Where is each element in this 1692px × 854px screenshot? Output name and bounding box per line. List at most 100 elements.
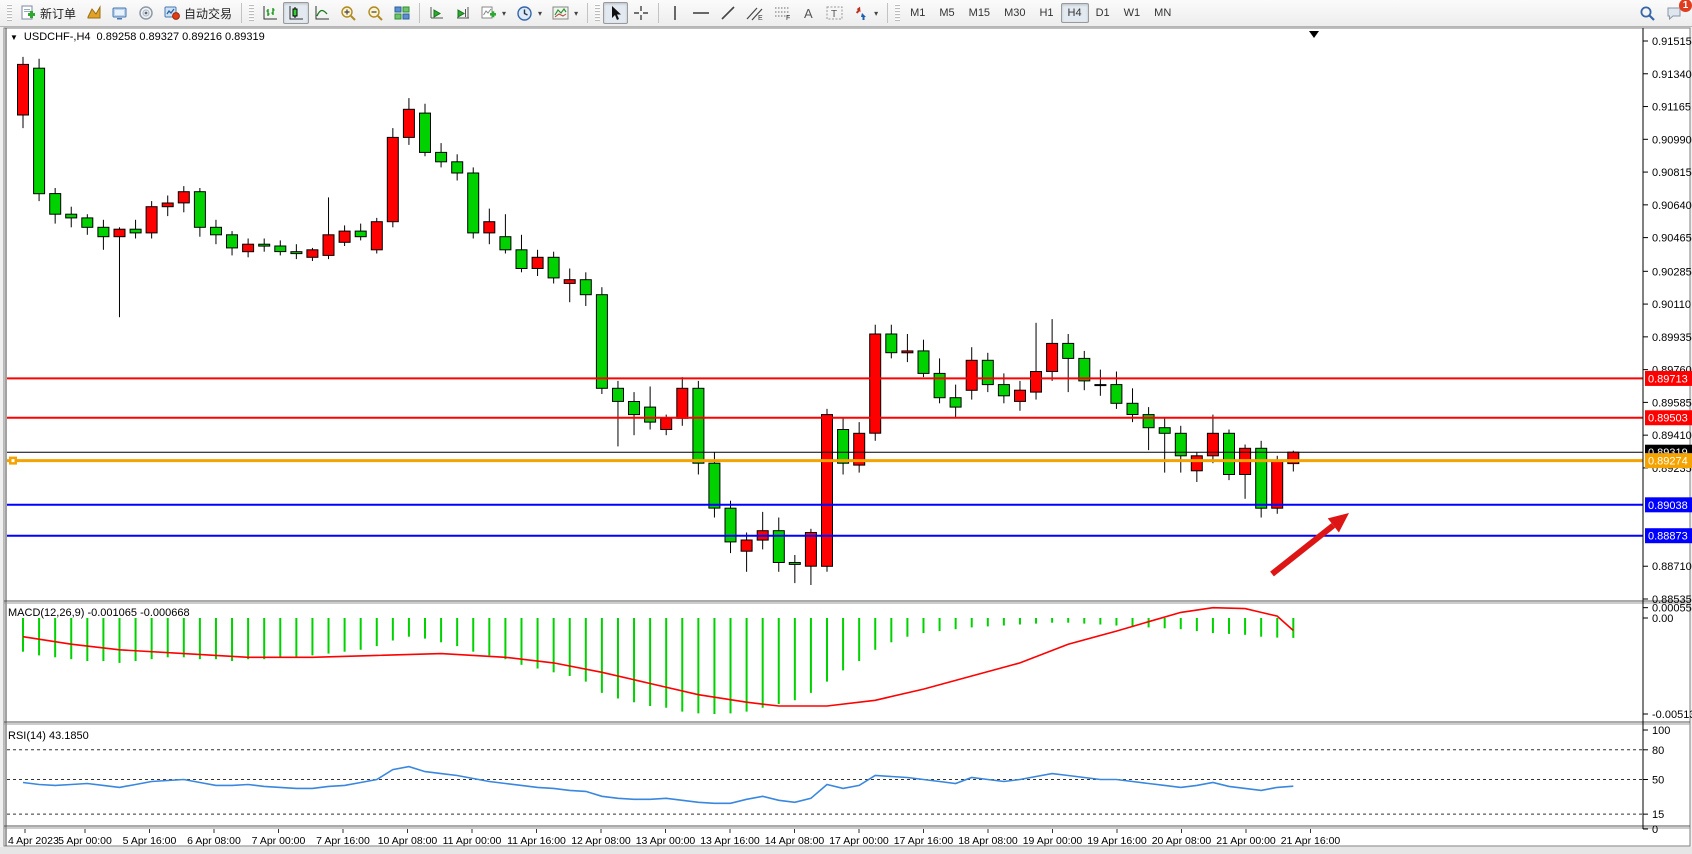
bull-candle: [146, 207, 157, 233]
zoom-in-button[interactable]: [335, 2, 362, 24]
zoom-out-button[interactable]: [362, 2, 389, 24]
new-order-button[interactable]: 新订单: [15, 2, 81, 24]
price-axis-label: 0.90465: [1652, 233, 1692, 245]
bear-candle: [613, 388, 624, 401]
bear-candle: [1063, 343, 1074, 358]
arrows-tool-button[interactable]: ▾: [848, 2, 883, 24]
cursor-icon: [608, 5, 623, 21]
bull-candle: [484, 222, 495, 233]
dropdown-caret: ▾: [874, 9, 878, 18]
dropdown-caret: ▾: [538, 9, 542, 18]
main-toolbar: 新订单 自动交易: [0, 0, 1692, 27]
price-axis-label: 0.91515: [1652, 36, 1692, 48]
timeframe-button-m30[interactable]: M30: [997, 3, 1032, 23]
chart-shift-button[interactable]: [450, 2, 476, 24]
bear-candle: [194, 192, 205, 228]
chart-title-row: ▼ USDCHF-,H4 0.89258 0.89327 0.89216 0.8…: [10, 31, 265, 43]
signals-button[interactable]: [133, 2, 159, 24]
bull-candle: [18, 64, 29, 115]
toolbar-separator: [419, 3, 420, 23]
zoom-in-icon: [340, 5, 357, 22]
bear-candle: [436, 152, 447, 161]
orange-level-line-handle-dot: [12, 459, 15, 462]
svg-text:A: A: [804, 6, 813, 21]
price-badge-value: 0.88873: [1648, 531, 1688, 543]
bear-candle: [211, 227, 222, 235]
macd-axis-label: 0.00: [1652, 613, 1673, 625]
bear-candle: [645, 407, 656, 422]
signal-icon: [138, 5, 154, 21]
periods-button[interactable]: ▾: [511, 2, 547, 24]
template-icon: [552, 6, 569, 21]
fibonacci-icon: F: [774, 5, 792, 21]
vertical-line-tool-button[interactable]: [663, 2, 687, 24]
price-axis-label: 0.90815: [1652, 167, 1692, 179]
chart-canvas[interactable]: 0.915150.913400.911650.909900.908150.906…: [0, 27, 1692, 854]
bear-candle: [709, 463, 720, 508]
auto-scroll-button[interactable]: [424, 2, 450, 24]
bear-candle: [130, 229, 141, 233]
timeframe-toolbar: M1M5M15M30H1H4D1W1MN: [903, 3, 1178, 23]
chart-title-dropdown-icon[interactable]: ▼: [10, 33, 18, 42]
autotrading-button[interactable]: 自动交易: [159, 2, 237, 24]
bull-candle: [403, 109, 414, 137]
text-label-tool-button[interactable]: T: [821, 2, 848, 24]
time-axis-label: 13 Apr 00:00: [636, 835, 696, 847]
horizontal-line-tool-button[interactable]: [687, 2, 715, 24]
expert-advisors-button[interactable]: [107, 2, 133, 24]
tile-windows-button[interactable]: [389, 2, 415, 24]
time-axis-label: 4 Apr 2023: [8, 835, 59, 847]
price-axis-label: 0.89585: [1652, 397, 1692, 409]
candlestick-type-button[interactable]: [283, 2, 309, 24]
add-indicator-button[interactable]: ▾: [476, 2, 511, 24]
toolbar-grip[interactable]: [249, 4, 254, 22]
bull-candle: [307, 250, 318, 257]
timeframe-button-m1[interactable]: M1: [903, 3, 932, 23]
crosshair-tool-button[interactable]: [628, 2, 654, 24]
text-tool-button[interactable]: A: [797, 2, 821, 24]
timeframe-button-h4[interactable]: H4: [1061, 3, 1089, 23]
rsi-axis-label: 100: [1652, 725, 1670, 737]
trendline-tool-button[interactable]: [715, 2, 741, 24]
bear-candle: [838, 430, 849, 464]
templates-button[interactable]: ▾: [547, 2, 583, 24]
add-indicator-icon: [481, 5, 497, 21]
bear-candle: [420, 113, 431, 152]
rsi-axis-label: 50: [1652, 775, 1664, 787]
toolbar-grip[interactable]: [895, 4, 900, 22]
timeframe-button-m5[interactable]: M5: [932, 3, 961, 23]
macd-indicator-label: MACD(12,26,9) -0.001065 -0.000668: [8, 607, 190, 619]
chart-shift-icon: [455, 5, 471, 21]
search-button[interactable]: [1634, 2, 1661, 24]
fibonacci-tool-button[interactable]: F: [769, 2, 797, 24]
macd-axis-label: -0.00513: [1652, 709, 1692, 721]
price-badge-value: 0.89038: [1648, 500, 1688, 512]
timeframe-button-h1[interactable]: H1: [1032, 3, 1060, 23]
equidistant-channel-tool-button[interactable]: E: [741, 2, 769, 24]
price-badge-value: 0.89503: [1648, 413, 1688, 425]
time-axis-label: 20 Apr 08:00: [1152, 835, 1212, 847]
line-chart-icon: [314, 5, 330, 21]
timeframe-button-w1[interactable]: W1: [1117, 3, 1148, 23]
line-chart-type-button[interactable]: [309, 2, 335, 24]
price-axis-label: 0.90110: [1652, 299, 1691, 311]
timeframe-button-m15[interactable]: M15: [962, 3, 997, 23]
toolbar-grip[interactable]: [7, 4, 12, 22]
timeframe-button-mn[interactable]: MN: [1147, 3, 1178, 23]
notifications-button[interactable]: 1: [1661, 2, 1688, 24]
svg-text:T: T: [831, 9, 837, 20]
price-axis-label: 0.91165: [1652, 102, 1691, 114]
bear-candle: [982, 360, 993, 384]
vertical-line-icon: [668, 5, 682, 21]
toolbar-grip[interactable]: [595, 4, 600, 22]
time-axis-label: 14 Apr 08:00: [765, 835, 825, 847]
cursor-tool-button[interactable]: [603, 2, 628, 24]
bar-chart-type-button[interactable]: [257, 2, 283, 24]
time-axis-label: 18 Apr 08:00: [958, 835, 1018, 847]
bear-candle: [98, 227, 109, 236]
search-icon: [1639, 5, 1656, 22]
bull-candle: [822, 415, 833, 567]
timeframe-button-d1[interactable]: D1: [1089, 3, 1117, 23]
price-axis-label: 0.90285: [1652, 266, 1692, 278]
charts-button[interactable]: [81, 2, 107, 24]
